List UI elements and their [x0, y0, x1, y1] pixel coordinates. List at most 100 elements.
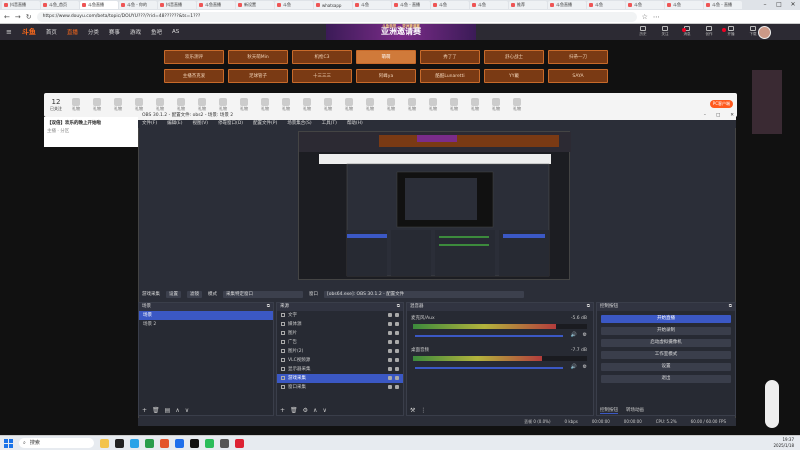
back-icon[interactable]: ←	[4, 13, 10, 21]
category-button[interactable]: 秀了了	[420, 50, 480, 64]
gift-item[interactable]: 礼物	[511, 98, 523, 112]
obs-menu-item[interactable]: 工具(T)	[322, 120, 337, 128]
track-settings-icon[interactable]: ⚙	[583, 332, 587, 338]
nav-home[interactable]: 首页	[46, 28, 57, 36]
taskbar-app-icon[interactable]	[235, 438, 244, 448]
gift-item[interactable]: 礼物	[322, 98, 334, 112]
control-button[interactable]: 启动虚拟摄像机	[601, 339, 731, 347]
visibility-eye-icon[interactable]	[388, 376, 392, 380]
category-button[interactable]: 酷酷Lunaretti	[420, 69, 480, 83]
visibility-eye-icon[interactable]	[388, 340, 392, 344]
volume-slider[interactable]	[415, 367, 563, 369]
category-button[interactable]: 扫帚一刀	[548, 50, 608, 64]
history-button[interactable]: 历史	[636, 26, 650, 37]
gift-item[interactable]: 礼物	[301, 98, 313, 112]
avatar[interactable]	[758, 26, 771, 39]
browser-tab[interactable]: 斗鱼	[470, 1, 508, 9]
visibility-eye-icon[interactable]	[388, 358, 392, 362]
create-button[interactable]: 创作	[702, 26, 716, 37]
nav-events[interactable]: 赛事	[109, 28, 120, 36]
site-logo[interactable]: 斗鱼	[22, 27, 36, 37]
control-button[interactable]: 开始录制	[601, 327, 731, 335]
source-item[interactable]: 窗口采集	[277, 383, 403, 392]
mode-select[interactable]: 采集特定窗口	[223, 290, 303, 298]
event-banner[interactable]: 斗鱼电竞 — 亚洲邀请赛 亚洲邀请赛	[326, 24, 476, 40]
visibility-eye-icon[interactable]	[388, 349, 392, 353]
lock-icon[interactable]	[395, 340, 399, 344]
source-item[interactable]: 广告	[277, 338, 403, 347]
tab-transitions[interactable]: 转场动画	[626, 407, 644, 413]
control-button[interactable]: 工作室模式	[601, 351, 731, 359]
mixer-menu-icon[interactable]: ⋮	[420, 407, 426, 414]
move-down-icon[interactable]: ∨	[322, 407, 326, 414]
source-settings-button[interactable]: 设置	[166, 290, 181, 298]
obs-menu-item[interactable]: 文件(F)	[142, 120, 157, 128]
browser-tab[interactable]: 斗鱼 - 直播	[392, 1, 430, 9]
source-item[interactable]: 显示器采集	[277, 365, 403, 374]
gift-item[interactable]: 礼物	[91, 98, 103, 112]
track-settings-icon[interactable]: ⚙	[583, 364, 587, 370]
browser-tab[interactable]: 斗鱼	[275, 1, 313, 9]
category-button[interactable]: SAYA	[548, 69, 608, 83]
browser-tab[interactable]: 抖音直播	[158, 1, 196, 9]
maximize-button[interactable]: □	[772, 0, 786, 10]
lock-icon[interactable]	[395, 313, 399, 317]
lock-icon[interactable]	[395, 358, 399, 362]
taskbar-app-icon[interactable]	[190, 438, 199, 448]
source-item[interactable]: 游戏采集	[277, 374, 403, 383]
category-button[interactable]: 十三三三	[292, 69, 352, 83]
remove-source-icon[interactable]: 🗑	[290, 407, 298, 414]
category-button[interactable]: 欢乐测评	[164, 50, 224, 64]
taskbar-app-icon[interactable]	[115, 438, 124, 448]
gift-item[interactable]: 礼物	[490, 98, 502, 112]
mute-speaker-icon[interactable]: 🔊	[571, 364, 577, 370]
obs-menu-item[interactable]: 场景集合(S)	[287, 120, 311, 128]
control-button[interactable]: 退出	[601, 375, 731, 383]
visibility-eye-icon[interactable]	[388, 313, 392, 317]
gift-item[interactable]: 礼物	[406, 98, 418, 112]
taskbar-app-icon[interactable]	[100, 438, 109, 448]
mute-speaker-icon[interactable]: 🔊	[571, 332, 577, 338]
lock-icon[interactable]	[395, 376, 399, 380]
obs-menu-item[interactable]: 帮助(H)	[347, 120, 363, 128]
dock-undock-icon[interactable]: ⧉	[587, 303, 590, 311]
source-item[interactable]: 图片	[277, 329, 403, 338]
gift-item[interactable]: 礼物	[70, 98, 82, 112]
obs-menu-item[interactable]: 停靠窗口(D)	[218, 120, 243, 128]
right-floating-toolbar[interactable]	[765, 380, 779, 428]
source-item[interactable]: 图片(2)	[277, 347, 403, 356]
dock-undock-icon[interactable]: ⧉	[397, 303, 400, 311]
side-promo-panel[interactable]	[752, 70, 782, 134]
browser-tab[interactable]: 斗鱼	[431, 1, 469, 9]
source-item[interactable]: 文字	[277, 311, 403, 320]
gift-item[interactable]: 礼物	[448, 98, 460, 112]
gift-item[interactable]: 礼物	[196, 98, 208, 112]
gift-item[interactable]: 礼物	[364, 98, 376, 112]
gift-item[interactable]: 礼物	[112, 98, 124, 112]
close-window-button[interactable]: ✕	[786, 0, 800, 10]
gift-item[interactable]: 礼物	[175, 98, 187, 112]
taskbar-app-icon[interactable]	[160, 438, 169, 448]
category-button[interactable]: 机枪C3	[292, 50, 352, 64]
browser-tab[interactable]: 新设置	[236, 1, 274, 9]
obs-maximize-button[interactable]: □	[716, 112, 720, 120]
taskbar-app-icon[interactable]	[220, 438, 229, 448]
nav-category[interactable]: 分类	[88, 28, 99, 36]
obs-menu-item[interactable]: 配置文件(P)	[253, 120, 277, 128]
browser-tab[interactable]: 斗鱼	[353, 1, 391, 9]
category-button[interactable]: 足球管子	[228, 69, 288, 83]
nav-live[interactable]: 直播	[67, 28, 78, 36]
visibility-eye-icon[interactable]	[388, 331, 392, 335]
browser-tab[interactable]: 斗鱼 - 你的	[119, 1, 157, 9]
hamburger-icon[interactable]: ≡	[6, 28, 12, 36]
scene-filters-icon[interactable]: ▤	[165, 407, 171, 414]
lock-icon[interactable]	[395, 385, 399, 389]
scene-item[interactable]: 场景	[139, 311, 273, 320]
category-button[interactable]: 秋天萌Min	[228, 50, 288, 64]
browser-tab[interactable]: 斗鱼 - 直播	[704, 1, 742, 9]
lock-icon[interactable]	[395, 367, 399, 371]
dock-undock-icon[interactable]: ⧉	[729, 303, 732, 311]
taskbar-app-icon[interactable]	[130, 438, 139, 448]
browser-tab[interactable]: 斗鱼直播	[197, 1, 235, 9]
nav-games[interactable]: 游戏	[130, 28, 141, 36]
